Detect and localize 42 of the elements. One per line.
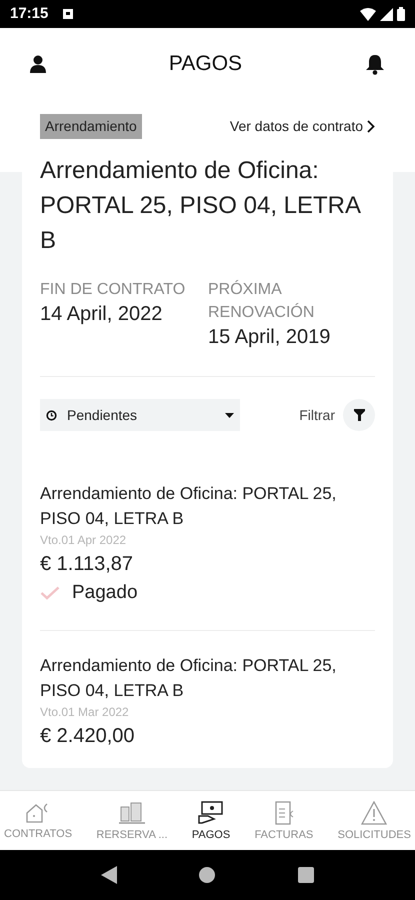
payment-status: Pagado bbox=[72, 581, 138, 605]
home-icon bbox=[199, 867, 216, 883]
payment-amount: € 1.113,87 bbox=[40, 552, 134, 577]
field-value: 14 April, 2022 bbox=[40, 302, 164, 327]
filter-icon bbox=[354, 409, 364, 421]
nav-tab[interactable]: SOLICITUDES bbox=[338, 800, 411, 840]
page-title: PAGOS bbox=[168, 51, 242, 78]
recents-icon bbox=[298, 867, 314, 883]
nav-tab[interactable]: FACTURAS bbox=[254, 800, 314, 840]
signal-icon bbox=[380, 8, 393, 20]
chevron-right-icon bbox=[367, 120, 375, 133]
wifi-icon bbox=[360, 8, 376, 20]
profile-icon bbox=[30, 55, 46, 73]
nav-tab[interactable]: RERSERVA ... bbox=[96, 800, 168, 840]
field-label: FIN DE CONTRATO bbox=[40, 280, 186, 300]
filter-button[interactable] bbox=[343, 399, 375, 431]
caret-down-icon bbox=[225, 412, 234, 418]
payment-title: Arrendamiento de Oficina: PORTAL 25, PISO 04, LETRA B bbox=[40, 483, 338, 530]
category-tag: Arrendamiento bbox=[40, 114, 142, 139]
due-date: Vto.01 Apr 2022 bbox=[40, 532, 128, 549]
notifications-icon bbox=[364, 54, 385, 74]
battery-icon bbox=[397, 7, 405, 21]
field-label: PRÓXIMA RENOVACIÓN bbox=[208, 279, 316, 323]
nav-tab[interactable]: CONTRATOS bbox=[4, 802, 72, 840]
contract-title: Arrendamiento de Oficina: PORTAL 25, PISO 04, LETRA B bbox=[40, 156, 362, 256]
buildings-icon bbox=[118, 800, 146, 824]
payment-amount: € 2.420,00 bbox=[40, 724, 136, 748]
status-dropdown[interactable]: Pendientes bbox=[40, 399, 240, 431]
payment-title: Arrendamiento de Oficina: PORTAL 25, PISO 04, LETRA B bbox=[40, 654, 338, 702]
payment-icon bbox=[198, 800, 224, 824]
contract-details-link[interactable]: Ver datos de contrato bbox=[230, 116, 375, 137]
nav-tab[interactable]: PAGOS bbox=[192, 800, 230, 840]
field-value: 15 April, 2019 bbox=[208, 325, 332, 350]
check-icon bbox=[40, 586, 60, 600]
filter-label: Filtrar bbox=[299, 406, 335, 424]
back-icon bbox=[101, 866, 118, 884]
clock-icon bbox=[46, 410, 57, 420]
due-date: Vto.01 Mar 2022 bbox=[40, 704, 130, 720]
status-time: 17:15 bbox=[10, 4, 48, 24]
warning-icon bbox=[361, 800, 388, 824]
document-icon bbox=[272, 800, 295, 824]
notification-icon bbox=[62, 8, 74, 20]
